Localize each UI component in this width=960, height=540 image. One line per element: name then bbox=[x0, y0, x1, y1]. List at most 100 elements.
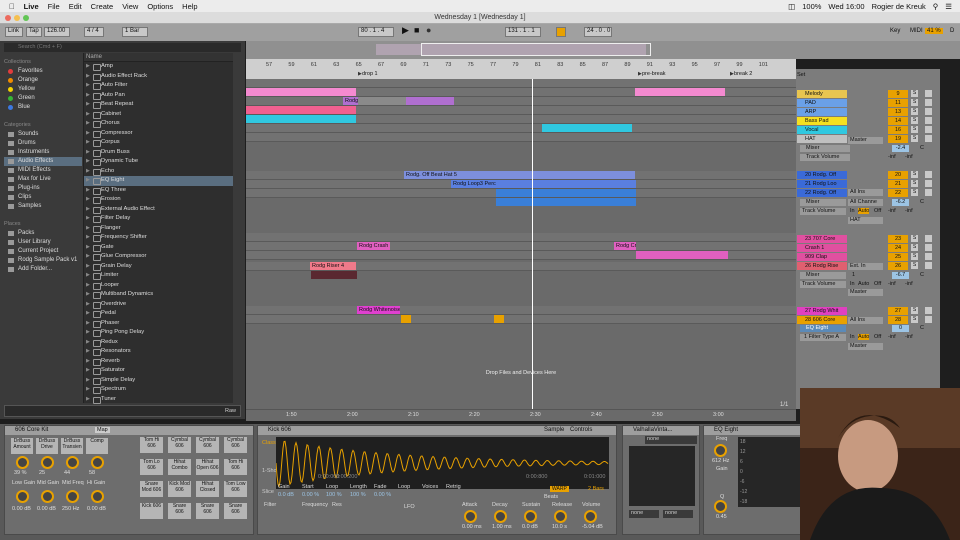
solo-button[interactable]: S bbox=[911, 307, 918, 314]
expand-arrow-icon[interactable]: ▶ bbox=[86, 62, 90, 72]
pan-c-4[interactable]: C bbox=[920, 325, 924, 331]
browser-item[interactable]: ▶ Auto Pan bbox=[84, 91, 233, 101]
arm-icon[interactable] bbox=[925, 307, 932, 314]
expand-arrow-icon[interactable]: ▶ bbox=[86, 395, 90, 405]
browser-item[interactable]: ▶ Looper bbox=[84, 281, 233, 291]
monitor-off-3[interactable]: Off bbox=[874, 334, 881, 340]
clip-block[interactable] bbox=[494, 315, 504, 323]
menu-view[interactable]: View bbox=[122, 2, 138, 11]
valhalla-title[interactable]: ValhallaVinta... bbox=[623, 426, 699, 435]
track-number[interactable]: 23 bbox=[888, 235, 908, 243]
bar-number[interactable]: 91 bbox=[647, 62, 653, 68]
track-header[interactable]: 23 707 Core bbox=[797, 235, 847, 243]
drum-pad[interactable]: Snare 606 bbox=[196, 503, 219, 519]
expand-arrow-icon[interactable]: ▶ bbox=[86, 366, 90, 376]
bar-number[interactable]: 93 bbox=[669, 62, 675, 68]
bar-number[interactable]: 99 bbox=[736, 62, 742, 68]
browser-item[interactable]: ▶ Pedal bbox=[84, 309, 233, 319]
place-item[interactable]: Packs bbox=[4, 229, 82, 238]
clip-block[interactable] bbox=[635, 88, 725, 96]
browser-item[interactable]: ▶ Phaser bbox=[84, 319, 233, 329]
send-inf-4[interactable]: -inf bbox=[905, 208, 913, 214]
track-number[interactable]: 26 bbox=[888, 262, 908, 270]
monitor-off[interactable]: Off bbox=[874, 208, 881, 214]
name-column-header[interactable]: Name bbox=[84, 53, 233, 62]
arm-icon[interactable] bbox=[925, 262, 932, 269]
browser-item[interactable]: ▶ Compressor bbox=[84, 129, 233, 139]
solo-button[interactable]: S bbox=[911, 316, 918, 323]
browser-item[interactable]: ▶ Spectrum bbox=[84, 385, 233, 395]
solo-button[interactable]: S bbox=[911, 262, 918, 269]
arm-icon[interactable] bbox=[925, 189, 932, 196]
expand-arrow-icon[interactable]: ▶ bbox=[86, 300, 90, 310]
menu-app[interactable]: Live bbox=[24, 2, 39, 11]
solo-button[interactable]: S bbox=[911, 189, 918, 196]
expand-arrow-icon[interactable]: ▶ bbox=[86, 271, 90, 281]
browser-item[interactable]: ▶ Filter Delay bbox=[84, 214, 233, 224]
arm-icon[interactable] bbox=[925, 253, 932, 260]
drum-pad[interactable]: Cymbal 606 bbox=[196, 437, 219, 453]
browser-item[interactable]: ▶ Tuner bbox=[84, 395, 233, 405]
browser-item[interactable]: ▶ Grain Delay bbox=[84, 262, 233, 272]
browser-item[interactable]: ▶ Redux bbox=[84, 338, 233, 348]
expand-arrow-icon[interactable]: ▶ bbox=[86, 347, 90, 357]
time-ruler-bottom[interactable]: 1:50 2:00 2:10 2:20 2:30 2:40 2:50 3:00 bbox=[246, 409, 796, 421]
apple-icon[interactable]:  bbox=[9, 2, 15, 11]
macro-knob[interactable] bbox=[91, 456, 104, 469]
arm-icon[interactable] bbox=[925, 171, 932, 178]
pan-c-1[interactable]: C bbox=[920, 145, 924, 151]
collection-item[interactable]: Favorites bbox=[4, 67, 82, 76]
track-header[interactable]: 20 Rodg. Off bbox=[797, 171, 847, 179]
track-lane[interactable] bbox=[246, 315, 796, 324]
bar-number[interactable]: 73 bbox=[445, 62, 451, 68]
drum-pad[interactable]: Kick Mod 606 bbox=[168, 481, 191, 497]
track-header[interactable]: 22 Rodg. Off bbox=[797, 189, 847, 197]
pan-c-3[interactable]: C bbox=[920, 272, 924, 278]
browser-item[interactable]: ▶ Simple Delay bbox=[84, 376, 233, 386]
browser-item[interactable]: ▶ Saturator bbox=[84, 366, 233, 376]
track-header[interactable]: 27 Rodg Whit bbox=[797, 307, 847, 315]
bar-number[interactable]: 83 bbox=[557, 62, 563, 68]
volume-value-1[interactable]: -2.4 bbox=[892, 145, 909, 152]
track-lane[interactable] bbox=[246, 306, 796, 315]
macro-button[interactable]: Comp bbox=[86, 438, 108, 454]
solo-button[interactable]: S bbox=[911, 108, 918, 115]
browser-item[interactable]: ▶ Drum Buss bbox=[84, 148, 233, 158]
clip-block[interactable] bbox=[246, 88, 356, 96]
loop-start[interactable]: 131 . 1 . 1 bbox=[505, 27, 541, 37]
monitor-in-2[interactable]: In bbox=[850, 281, 855, 287]
arm-icon[interactable] bbox=[925, 90, 932, 97]
monitor-auto-2[interactable]: Auto bbox=[858, 281, 869, 287]
input-ext[interactable]: Ext. In bbox=[848, 263, 883, 270]
browser-item[interactable]: ▶ Flanger bbox=[84, 224, 233, 234]
send-inf-5[interactable]: -inf bbox=[888, 281, 896, 287]
macro-button[interactable]: DrBuss Amount bbox=[11, 438, 33, 454]
solo-button[interactable]: S bbox=[911, 90, 918, 97]
send-inf-7[interactable]: -inf bbox=[888, 334, 896, 340]
warp-button[interactable]: WARP bbox=[550, 486, 569, 492]
send-inf-2[interactable]: -inf bbox=[905, 154, 913, 160]
category-item[interactable]: MIDI Effects bbox=[4, 166, 82, 175]
collection-item[interactable]: Blue bbox=[4, 103, 82, 112]
sample-param-value[interactable]: 0.0 dB bbox=[278, 492, 294, 498]
user-name[interactable]: Rogier de Kreuk bbox=[872, 2, 926, 11]
browser-item[interactable]: ▶ Corpus bbox=[84, 138, 233, 148]
link-button[interactable]: Link bbox=[5, 27, 23, 37]
bar-number[interactable]: 101 bbox=[759, 62, 768, 68]
preset-menu[interactable]: none bbox=[645, 436, 697, 444]
expand-arrow-icon[interactable]: ▶ bbox=[86, 328, 90, 338]
track-number[interactable]: 11 bbox=[888, 99, 908, 107]
track-number[interactable]: 27 bbox=[888, 307, 908, 315]
locator-marker-icon[interactable]: ▶ bbox=[638, 71, 642, 77]
monitor-in[interactable]: In bbox=[850, 208, 855, 214]
browser-item[interactable]: ▶ Gate bbox=[84, 243, 233, 253]
clip-block[interactable] bbox=[496, 198, 636, 206]
input-channel-1[interactable]: 1 bbox=[852, 272, 855, 278]
expand-arrow-icon[interactable]: ▶ bbox=[86, 195, 90, 205]
wifi-icon[interactable]: ◫ bbox=[788, 2, 795, 11]
send-inf-8[interactable]: -inf bbox=[905, 334, 913, 340]
bar-number[interactable]: 57 bbox=[266, 62, 272, 68]
mixer-menu[interactable]: Mixer bbox=[800, 145, 850, 152]
locator-marker-icon[interactable]: ▶ bbox=[358, 71, 362, 77]
clip-block[interactable] bbox=[401, 315, 411, 323]
